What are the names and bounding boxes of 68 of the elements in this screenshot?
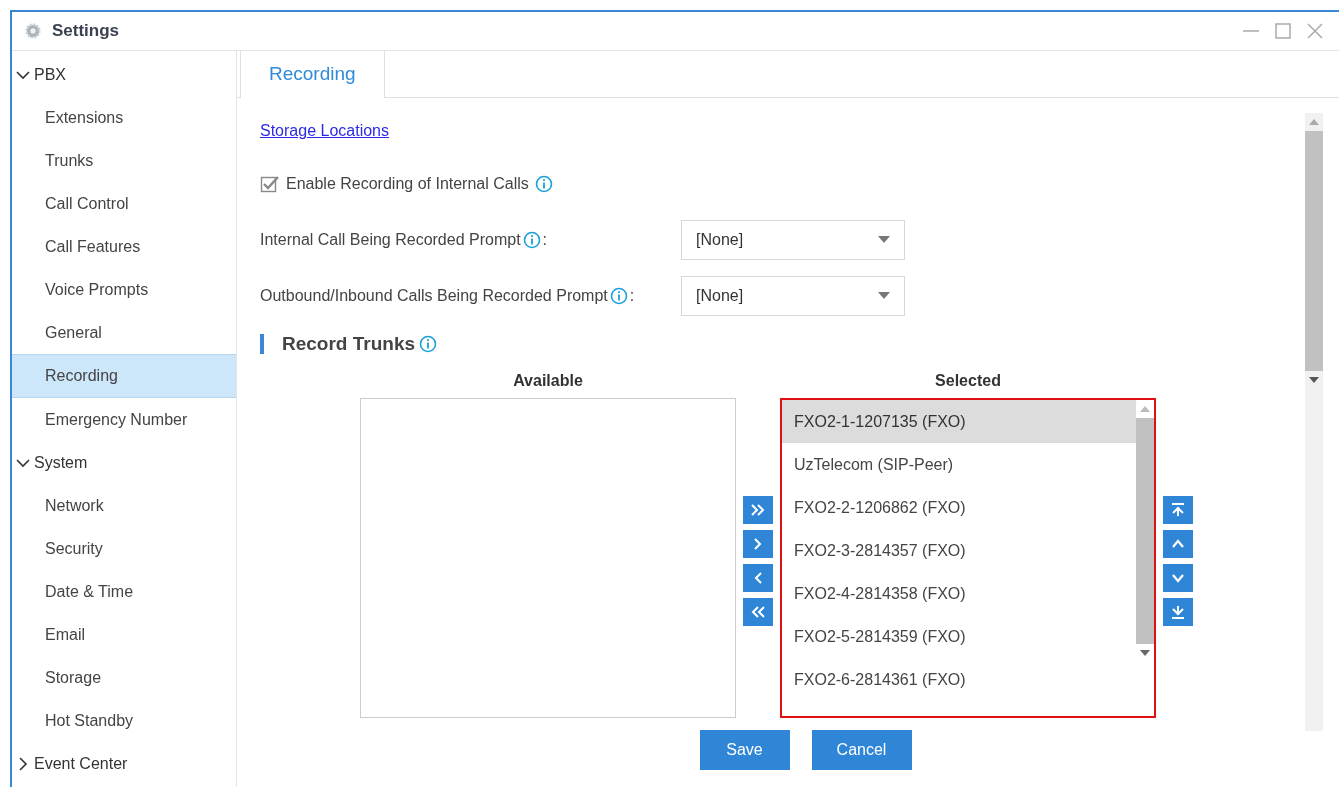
info-icon[interactable] xyxy=(534,175,553,193)
window-title: Settings xyxy=(52,21,120,41)
field-label: Outbound/Inbound Calls Being Recorded Prompt xyxy=(260,287,608,305)
section-marker xyxy=(260,334,264,354)
move-top-icon xyxy=(1170,502,1186,518)
scroll-up-icon[interactable] xyxy=(1309,119,1319,125)
reorder-button[interactable] xyxy=(1163,598,1193,626)
move-button[interactable] xyxy=(743,564,773,592)
maximize-icon[interactable] xyxy=(1273,21,1293,41)
list-item[interactable]: FXO2-6-2814361 (FXO) xyxy=(782,658,1136,701)
move-button[interactable] xyxy=(743,530,773,558)
gear-icon xyxy=(24,22,42,40)
sidebar-item[interactable]: Recording xyxy=(12,354,236,398)
scrollbar[interactable] xyxy=(1305,113,1323,731)
sidebar-item[interactable]: Trunks xyxy=(12,139,236,182)
info-icon[interactable] xyxy=(419,335,438,353)
sidebar-item[interactable]: Call Features xyxy=(12,225,236,268)
scroll-down-icon[interactable] xyxy=(1309,377,1319,383)
scroll-down-icon[interactable] xyxy=(1140,650,1150,656)
scroll-up-icon[interactable] xyxy=(1140,406,1150,412)
list-item[interactable]: UzTelecom (SIP-Peer) xyxy=(782,443,1136,486)
column-heading: Available xyxy=(512,372,584,391)
sidebar-item[interactable]: Hot Standby xyxy=(12,699,236,742)
sidebar-item[interactable]: General xyxy=(12,311,236,354)
checkbox-label: Enable Recording of Internal Calls xyxy=(286,175,529,193)
list-item[interactable]: FXO2-5-2814359 (FXO) xyxy=(782,615,1136,658)
chevron-icon xyxy=(16,756,30,771)
sidebar-item[interactable]: Voice Prompts xyxy=(12,268,236,311)
reorder-button[interactable] xyxy=(1163,564,1193,592)
sidebar-item[interactable]: Date & Time xyxy=(12,570,236,613)
colon: : xyxy=(629,287,635,305)
move-button[interactable] xyxy=(743,598,773,626)
list-item[interactable]: FXO2-4-2814358 (FXO) xyxy=(782,572,1136,615)
reorder-button[interactable] xyxy=(1163,496,1193,524)
sidebar-item[interactable]: Emergency Number xyxy=(12,398,236,441)
cancel-button[interactable]: Cancel xyxy=(811,730,912,770)
move-bottom-icon xyxy=(1170,604,1186,620)
info-icon[interactable] xyxy=(609,287,628,305)
close-icon[interactable] xyxy=(1305,21,1325,41)
sidebar-item[interactable]: Email xyxy=(12,613,236,656)
tree-group[interactable]: Event Center xyxy=(12,742,236,785)
sidebar-item[interactable]: Extensions xyxy=(12,96,236,139)
caret-icon xyxy=(878,292,890,300)
sidebar-item[interactable]: Security xyxy=(12,527,236,570)
double-chevron-left-icon xyxy=(750,604,766,620)
column-heading: Selected xyxy=(934,372,1002,391)
sidebar-item[interactable]: Network xyxy=(12,484,236,527)
caret-icon xyxy=(878,236,890,244)
double-chevron-right-icon xyxy=(750,502,766,518)
field-label: Internal Call Being Recorded Prompt xyxy=(260,231,521,249)
sidebar-item[interactable]: Storage xyxy=(12,656,236,699)
storage-locations-link[interactable]: Storage Locations xyxy=(260,122,389,140)
colon: : xyxy=(542,231,548,249)
prompt-dropdown[interactable]: [None] xyxy=(681,276,905,316)
tree-group[interactable]: PBX xyxy=(12,53,236,96)
tree-group[interactable]: System xyxy=(12,441,236,484)
sidebar-item[interactable]: Call Control xyxy=(12,182,236,225)
list-item[interactable]: FXO2-2-1206862 (FXO) xyxy=(782,486,1136,529)
prompt-dropdown[interactable]: [None] xyxy=(681,220,905,260)
list-item[interactable]: FXO2-3-2814357 (FXO) xyxy=(782,529,1136,572)
section-title: Record Trunks xyxy=(282,333,416,355)
info-icon[interactable] xyxy=(522,231,541,249)
reorder-button[interactable] xyxy=(1163,530,1193,558)
save-button[interactable]: Save xyxy=(699,730,790,770)
checkbox[interactable] xyxy=(260,174,280,194)
list-item[interactable]: FXO2-1-1207135 (FXO) xyxy=(782,400,1136,443)
move-button[interactable] xyxy=(743,496,773,524)
tab[interactable]: Recording xyxy=(240,51,385,98)
